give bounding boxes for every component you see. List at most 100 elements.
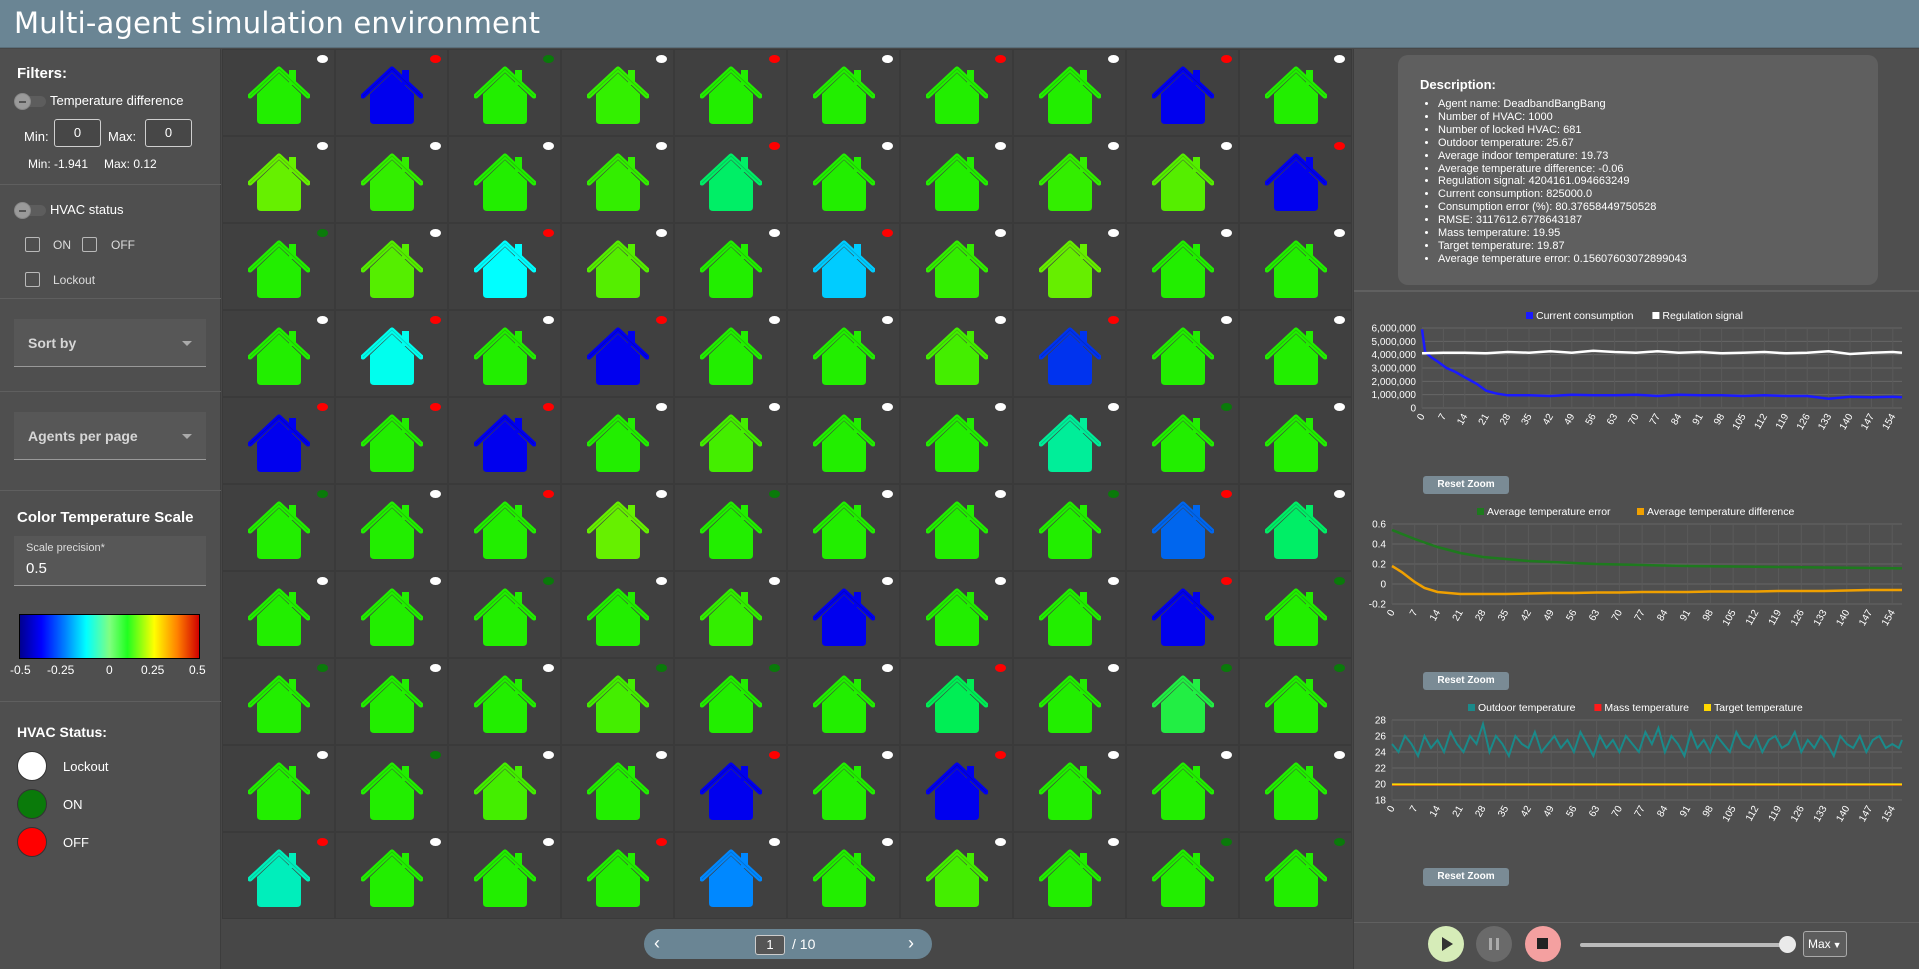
agent-cell[interactable]: [1127, 833, 1238, 918]
temperature-error-chart[interactable]: Average temperature error Average tempera…: [1354, 504, 1919, 654]
agent-cell[interactable]: [562, 833, 673, 918]
agent-cell[interactable]: [901, 746, 1012, 831]
agent-cell[interactable]: [901, 224, 1012, 309]
agent-cell[interactable]: [788, 833, 899, 918]
reset-zoom-button[interactable]: Reset Zoom: [1423, 868, 1509, 886]
agent-cell[interactable]: [336, 746, 447, 831]
agent-cell[interactable]: [1240, 398, 1351, 483]
reset-zoom-button[interactable]: Reset Zoom: [1423, 672, 1509, 690]
agent-cell[interactable]: [901, 398, 1012, 483]
page-input[interactable]: 1: [755, 935, 785, 955]
agent-cell[interactable]: [1127, 659, 1238, 744]
agent-cell[interactable]: [675, 137, 786, 222]
agent-cell[interactable]: [901, 659, 1012, 744]
temperature-difference-toggle[interactable]: [14, 93, 46, 110]
temperature-chart[interactable]: Outdoor temperature Mass temperature Targe…: [1354, 700, 1919, 850]
agent-cell[interactable]: [788, 746, 899, 831]
previous-page-button[interactable]: ‹: [654, 933, 660, 954]
agent-cell[interactable]: [1014, 833, 1125, 918]
agent-cell[interactable]: [1127, 224, 1238, 309]
agent-cell[interactable]: [336, 50, 447, 135]
agent-cell[interactable]: [449, 137, 560, 222]
scale-precision-field[interactable]: Scale precision* 0.5: [14, 536, 206, 586]
agent-cell[interactable]: [675, 224, 786, 309]
agent-cell[interactable]: [336, 311, 447, 396]
agent-cell[interactable]: [1127, 572, 1238, 657]
hvac-status-toggle[interactable]: [14, 202, 46, 219]
agent-cell[interactable]: [562, 137, 673, 222]
legend-label[interactable]: Average temperature error: [1487, 506, 1611, 518]
agent-cell[interactable]: [336, 833, 447, 918]
off-checkbox[interactable]: [82, 237, 97, 252]
agent-cell[interactable]: [562, 311, 673, 396]
agent-cell[interactable]: [449, 50, 560, 135]
agent-cell[interactable]: [1014, 311, 1125, 396]
agent-cell[interactable]: [1240, 485, 1351, 570]
agent-cell[interactable]: [449, 485, 560, 570]
agent-cell[interactable]: [1127, 398, 1238, 483]
agent-cell[interactable]: [223, 572, 334, 657]
agent-cell[interactable]: [223, 398, 334, 483]
agent-cell[interactable]: [562, 485, 673, 570]
agent-cell[interactable]: [562, 659, 673, 744]
agent-cell[interactable]: [1240, 224, 1351, 309]
speed-slider-handle[interactable]: [1779, 936, 1796, 953]
agent-cell[interactable]: [901, 833, 1012, 918]
agent-cell[interactable]: [675, 659, 786, 744]
agent-cell[interactable]: [1014, 485, 1125, 570]
agent-cell[interactable]: [562, 224, 673, 309]
agent-cell[interactable]: [788, 398, 899, 483]
consumption-chart[interactable]: Current consumption Regulation signal 0 1,0…: [1354, 308, 1919, 458]
agent-cell[interactable]: [1127, 746, 1238, 831]
agent-cell[interactable]: [1014, 224, 1125, 309]
agent-cell[interactable]: [336, 572, 447, 657]
legend-label[interactable]: Target temperature: [1714, 702, 1803, 714]
agent-cell[interactable]: [223, 50, 334, 135]
agent-cell[interactable]: [1240, 572, 1351, 657]
on-checkbox[interactable]: [25, 237, 40, 252]
play-button[interactable]: [1428, 926, 1464, 962]
agent-cell[interactable]: [1014, 50, 1125, 135]
agent-cell[interactable]: [449, 311, 560, 396]
agent-cell[interactable]: [901, 485, 1012, 570]
agent-cell[interactable]: [449, 659, 560, 744]
agent-cell[interactable]: [223, 137, 334, 222]
sort-by-select[interactable]: Sort by: [14, 319, 206, 367]
pause-button[interactable]: [1476, 926, 1512, 962]
speed-slider[interactable]: [1580, 943, 1786, 947]
speed-select[interactable]: Max ▼: [1803, 931, 1847, 957]
lockout-checkbox[interactable]: [25, 272, 40, 287]
agent-cell[interactable]: [562, 398, 673, 483]
agent-cell[interactable]: [1240, 659, 1351, 744]
legend-label[interactable]: Mass temperature: [1604, 702, 1689, 714]
agent-cell[interactable]: [1014, 746, 1125, 831]
min-input[interactable]: 0: [54, 119, 101, 147]
agent-cell[interactable]: [788, 137, 899, 222]
agent-cell[interactable]: [223, 746, 334, 831]
agent-cell[interactable]: [1127, 311, 1238, 396]
agent-cell[interactable]: [336, 398, 447, 483]
agent-cell[interactable]: [675, 398, 786, 483]
agent-cell[interactable]: [223, 659, 334, 744]
agent-cell[interactable]: [675, 572, 786, 657]
agents-per-page-select[interactable]: Agents per page: [14, 412, 206, 460]
agent-cell[interactable]: [562, 50, 673, 135]
legend-label[interactable]: Outdoor temperature: [1478, 702, 1576, 714]
agent-cell[interactable]: [1240, 50, 1351, 135]
agent-cell[interactable]: [449, 224, 560, 309]
agent-cell[interactable]: [675, 50, 786, 135]
agent-cell[interactable]: [449, 746, 560, 831]
agent-cell[interactable]: [788, 311, 899, 396]
agent-cell[interactable]: [1240, 746, 1351, 831]
agent-cell[interactable]: [336, 137, 447, 222]
agent-cell[interactable]: [336, 659, 447, 744]
agent-cell[interactable]: [675, 746, 786, 831]
agent-cell[interactable]: [449, 572, 560, 657]
agent-cell[interactable]: [223, 833, 334, 918]
legend-label[interactable]: Regulation signal: [1662, 310, 1743, 322]
agent-cell[interactable]: [1240, 137, 1351, 222]
agent-cell[interactable]: [675, 485, 786, 570]
agent-cell[interactable]: [901, 137, 1012, 222]
agent-cell[interactable]: [1127, 485, 1238, 570]
agent-cell[interactable]: [788, 485, 899, 570]
